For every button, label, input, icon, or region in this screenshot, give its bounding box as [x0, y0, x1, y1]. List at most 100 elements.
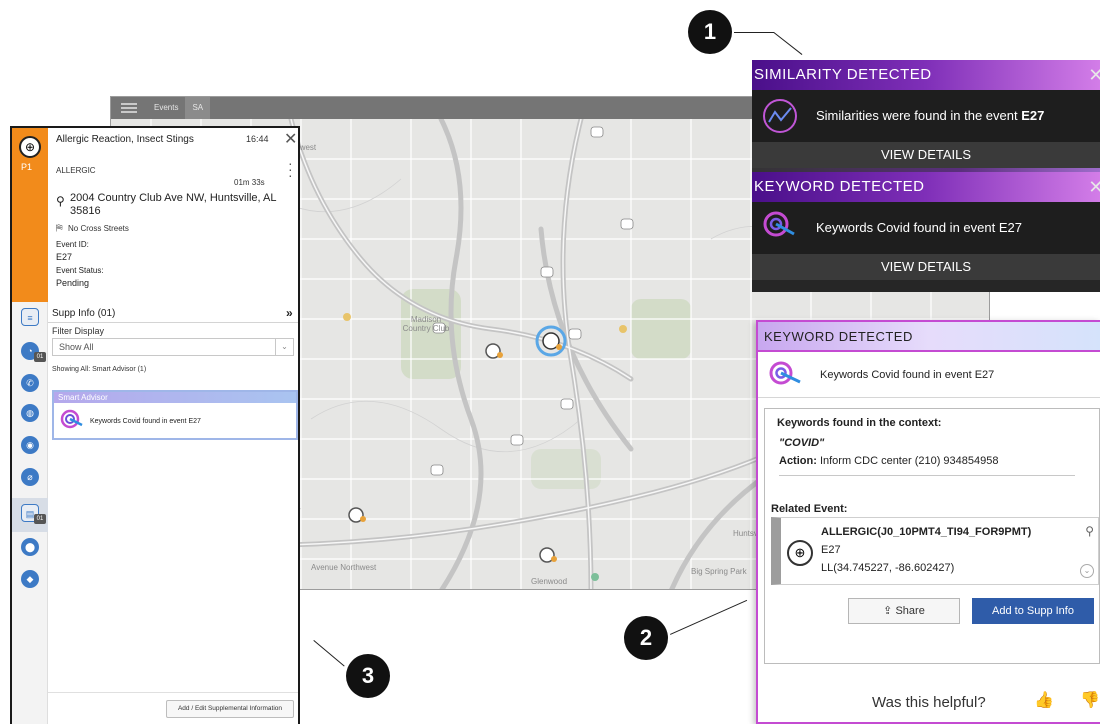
share-label: Share: [895, 605, 925, 617]
toast-title: SIMILARITY DETECTED: [754, 66, 932, 83]
callout-leader: [773, 32, 803, 55]
location-icon[interactable]: ⬤: [21, 538, 39, 556]
callout-2: 2: [624, 616, 668, 660]
share-button[interactable]: ⇪ Share: [848, 598, 960, 624]
close-icon[interactable]: ✕: [1088, 172, 1100, 202]
add-to-supp-info-button[interactable]: Add to Supp Info: [972, 598, 1094, 624]
keyword-detail-panel: KEYWORD DETECTED Keywords Covid found in…: [756, 320, 1100, 724]
collapse-chevron-icon[interactable]: »: [286, 306, 293, 320]
signpost-icon: ⛿: [56, 223, 63, 233]
incident-type: ALLERGIC: [56, 166, 96, 175]
close-icon[interactable]: ✕: [284, 132, 297, 148]
toast-message-text: Similarities were found in the event: [816, 108, 1018, 123]
unit-icon[interactable]: ◍: [21, 404, 39, 422]
event-id-value: E27: [56, 252, 73, 262]
keyword-panel-header: KEYWORD DETECTED: [758, 322, 1100, 352]
tab-events[interactable]: Events: [147, 97, 185, 119]
related-event-title: ALLERGIC(J0_10PMT4_TI94_FOR9PMT): [821, 526, 1032, 538]
view-details-button[interactable]: VIEW DETAILS: [752, 142, 1100, 168]
related-event-label: Related Event:: [771, 503, 848, 515]
keyword-magnifier-icon: [769, 361, 801, 385]
divider: [48, 322, 298, 323]
incident-card[interactable]: ⊕ P1 Allergic Reaction, Insect Stings 16…: [12, 128, 298, 302]
callout-leader: [734, 32, 774, 33]
notification-toast-stack: SIMILARITY DETECTED ✕ Similarities were …: [752, 60, 1100, 292]
incident-address: ⚲ 2004 Country Club Ave NW, Huntsville, …: [56, 192, 286, 218]
cross-streets-text: No Cross Streets: [68, 224, 129, 233]
smart-advisor-header: Smart Advisor: [54, 392, 296, 403]
keyword-panel-summary: Keywords Covid found in event E27: [758, 352, 1100, 398]
event-status-value: Pending: [56, 278, 90, 288]
attachment-icon[interactable]: ⌀: [21, 468, 39, 486]
map-locate-icon[interactable]: ⚲: [1085, 524, 1094, 538]
location-pin-icon: ⚲: [56, 194, 65, 208]
map-label: Avenue Northwest: [311, 563, 377, 572]
phone-icon[interactable]: ✆: [21, 374, 39, 392]
medical-globe-icon: ⊕: [787, 540, 813, 566]
action-label: Action:: [779, 455, 817, 467]
tag-icon[interactable]: ◆: [21, 570, 39, 588]
toast-title: KEYWORD DETECTED: [754, 178, 925, 195]
chevron-down-icon: ⌄: [275, 339, 293, 355]
chat-badge: 01: [34, 352, 46, 362]
similarity-toast: SIMILARITY DETECTED ✕ Similarities were …: [752, 60, 1100, 168]
toast-body: Similarities were found in the event E27: [752, 90, 1100, 142]
filter-select[interactable]: Show All ⌄: [52, 338, 294, 356]
filter-select-value: Show All: [59, 342, 94, 352]
keyword-toast: KEYWORD DETECTED ✕ Keywords Covid found …: [752, 172, 1100, 280]
map-label: Big Spring Park: [691, 567, 747, 576]
incident-panel: ⊕ P1 Allergic Reaction, Insect Stings 16…: [10, 126, 300, 724]
keywords-found-label: Keywords found in the context:: [777, 417, 942, 429]
expand-chevron-icon[interactable]: ⌄: [1080, 564, 1094, 578]
close-icon[interactable]: ✕: [1088, 60, 1100, 90]
event-id-label: Event ID:: [56, 240, 89, 249]
toast-message: Keywords Covid found in event E27: [816, 220, 1022, 235]
toast-message: Similarities were found in the event E27: [816, 108, 1044, 123]
hamburger-menu-icon[interactable]: [121, 103, 137, 113]
tab-sa[interactable]: SA: [185, 97, 211, 119]
callout-leader: [670, 599, 748, 635]
callout-1: 1: [688, 10, 732, 54]
toast-body: Keywords Covid found in event E27: [752, 202, 1100, 254]
person-icon[interactable]: ◉: [21, 436, 39, 454]
side-rail: ≡ ◔ 01 ✆ ◍ ◉ ⌀ ▤ 01 ⬤ ◆: [12, 302, 48, 724]
medical-globe-icon: ⊕: [19, 136, 41, 158]
toast-header: KEYWORD DETECTED ✕: [752, 172, 1100, 202]
divider: [779, 475, 1075, 476]
share-icon: ⇪: [883, 605, 893, 617]
supp-info-badge: 01: [34, 514, 46, 524]
more-options-icon[interactable]: · · ·: [288, 156, 294, 182]
callout-3: 3: [346, 654, 390, 698]
showing-text: Showing All: Smart Advisor (1): [52, 366, 147, 373]
view-details-button[interactable]: VIEW DETAILS: [752, 254, 1100, 280]
priority-strip: ⊕ P1: [12, 128, 48, 302]
helpful-prompt: Was this helpful?: [872, 694, 986, 711]
related-event-card[interactable]: ⊕ ALLERGIC(J0_10PMT4_TI94_FOR9PMT) ⚲ E27…: [771, 517, 1099, 585]
cross-streets: ⛿ No Cross Streets: [56, 223, 129, 233]
address-text: 2004 Country Club Ave NW, Huntsville, AL…: [70, 192, 277, 217]
smart-advisor-card[interactable]: Smart Advisor Keywords Covid found in ev…: [52, 390, 298, 440]
callout-leader: [313, 640, 345, 667]
event-status-label: Event Status:: [56, 266, 104, 275]
filter-label: Filter Display: [52, 326, 105, 336]
map-label: Glenwood: [531, 577, 568, 586]
trend-line-icon: [763, 99, 797, 133]
keyword-action: Action: Inform CDC center (210) 93485495…: [779, 455, 999, 467]
details-icon[interactable]: ≡: [21, 308, 39, 326]
add-edit-supp-button[interactable]: Add / Edit Supplemental Information: [166, 700, 294, 718]
incident-title: Allergic Reaction, Insect Stings: [56, 134, 194, 145]
thumbs-up-icon[interactable]: 👍: [1034, 690, 1054, 710]
toast-header: SIMILARITY DETECTED ✕: [752, 60, 1100, 90]
supp-info-title: Supp Info (01): [52, 308, 116, 319]
thumbs-down-icon[interactable]: 👎: [1080, 690, 1100, 710]
smart-advisor-text: Keywords Covid found in event E27: [90, 418, 201, 425]
map-label: Madison Country Club: [402, 315, 450, 333]
action-text: Inform CDC center (210) 934854958: [819, 455, 999, 467]
keyword-context-box: Keywords found in the context: "COVID" A…: [764, 408, 1100, 664]
keyword-magnifier-icon: [60, 409, 83, 429]
priority-label: P1: [21, 162, 33, 172]
incident-time: 16:44: [246, 134, 269, 144]
divider: [48, 692, 298, 693]
keyword-value: "COVID": [779, 437, 825, 449]
related-event-id: E27: [821, 544, 841, 556]
